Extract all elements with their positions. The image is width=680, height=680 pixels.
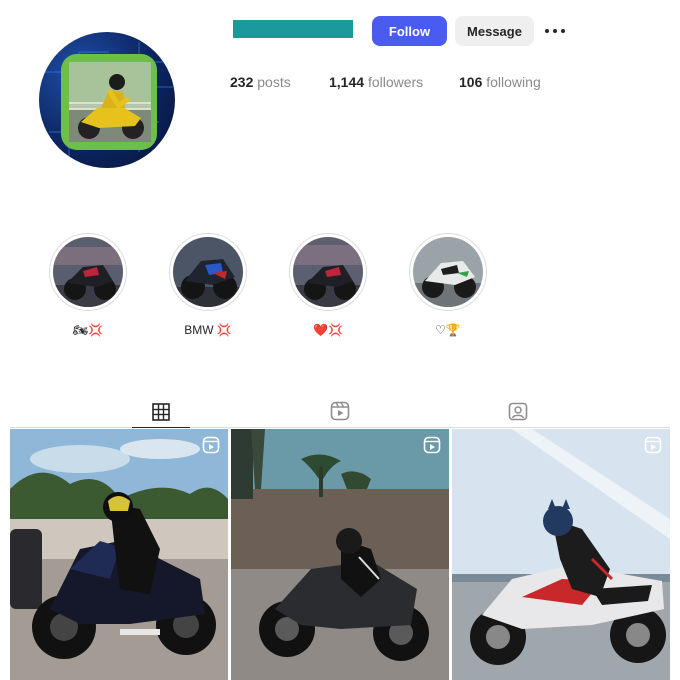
post-image	[231, 429, 449, 680]
highlight-cover	[173, 237, 243, 307]
highlight-ring	[169, 233, 247, 311]
username-redacted	[233, 20, 353, 38]
grid-icon	[152, 402, 170, 421]
post-image	[452, 429, 670, 680]
reel-icon	[423, 436, 441, 454]
highlight-1[interactable]: 🏍💢	[48, 233, 128, 339]
tabs-divider	[10, 427, 670, 428]
posts-grid	[10, 429, 670, 680]
reel-icon	[644, 436, 662, 454]
reels-icon	[330, 401, 350, 421]
highlight-3[interactable]: ❤️💢	[288, 233, 368, 339]
highlight-cover	[53, 237, 123, 307]
more-horizontal-icon[interactable]	[543, 22, 567, 40]
highlight-2[interactable]: BMW 💢	[168, 233, 248, 339]
following-stat[interactable]: 106 following	[459, 74, 541, 90]
tab-reels[interactable]	[311, 396, 369, 426]
tagged-icon	[508, 402, 528, 421]
posts-label: posts	[257, 74, 291, 90]
highlight-label: ♡🏆	[435, 323, 461, 337]
post-image	[10, 429, 228, 680]
highlight-label: ❤️💢	[313, 323, 343, 337]
followers-stat[interactable]: 1,144 followers	[329, 74, 423, 90]
highlight-ring	[409, 233, 487, 311]
post-tile[interactable]	[10, 429, 228, 680]
post-tile[interactable]	[452, 429, 670, 680]
highlight-cover	[413, 237, 483, 307]
highlight-4[interactable]: ♡🏆	[408, 233, 488, 339]
message-button[interactable]: Message	[455, 16, 534, 46]
highlight-cover	[293, 237, 363, 307]
highlight-label: BMW 💢	[184, 323, 232, 337]
following-count: 106	[459, 74, 483, 90]
posts-count: 232	[230, 74, 254, 90]
reel-icon	[202, 436, 220, 454]
profile-avatar[interactable]	[39, 32, 175, 168]
followers-label: followers	[367, 74, 424, 90]
followers-count: 1,144	[329, 74, 365, 90]
highlight-ring	[289, 233, 367, 311]
following-label: following	[486, 74, 541, 90]
posts-stat: 232 posts	[230, 74, 291, 90]
post-tile[interactable]	[231, 429, 449, 680]
highlight-label: 🏍💢	[72, 323, 104, 337]
tab-posts[interactable]	[132, 396, 190, 428]
highlight-ring	[49, 233, 127, 311]
tab-tagged[interactable]	[489, 396, 547, 426]
avatar-image	[44, 42, 174, 157]
follow-button[interactable]: Follow	[372, 16, 447, 46]
